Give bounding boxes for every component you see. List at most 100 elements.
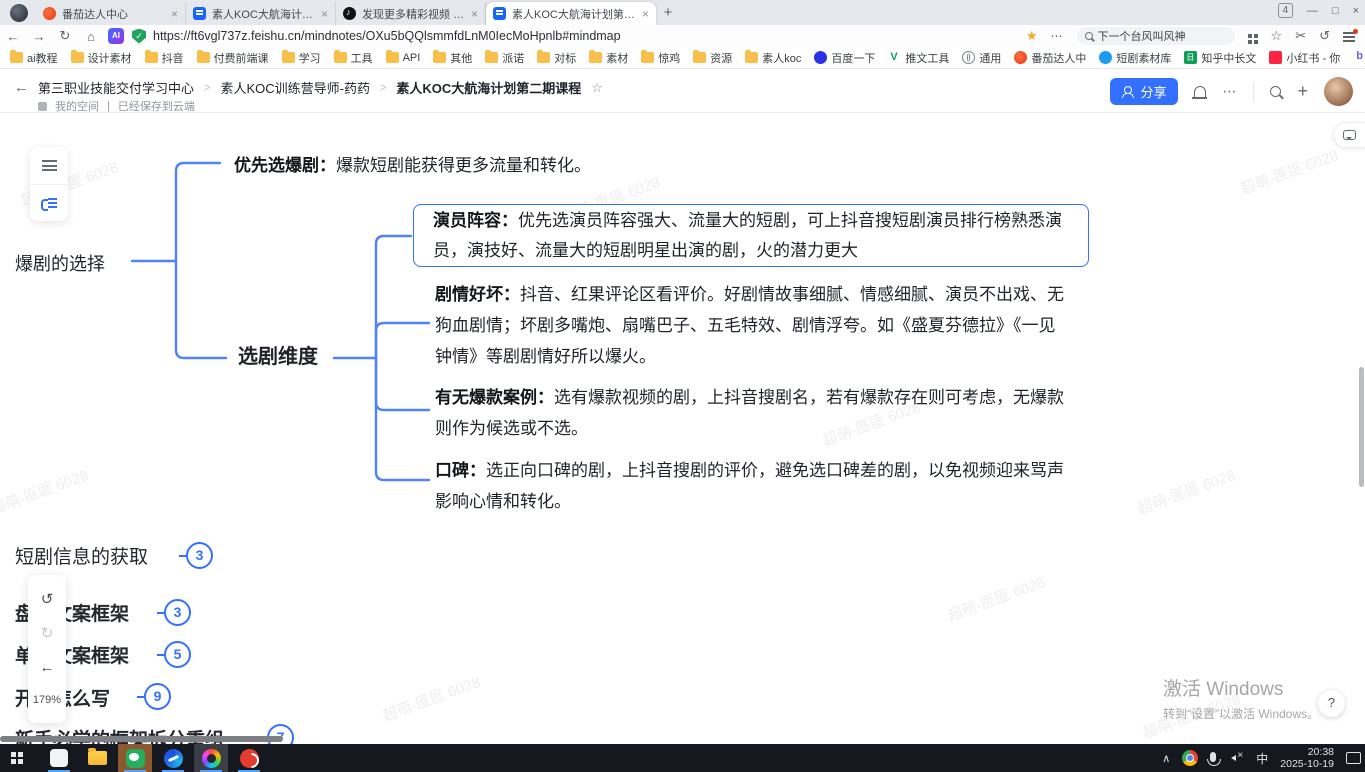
bookmark-item[interactable]: 知乎中长文 [1184, 50, 1256, 66]
breadcrumb-item[interactable]: 第三职业技能交付学习中心 [38, 78, 194, 97]
doc-back-icon[interactable]: ← [14, 79, 29, 96]
favorite-star-icon[interactable]: ☆ [591, 80, 603, 96]
topic-drama-info[interactable]: 短剧信息的获取 [15, 542, 148, 569]
back-to-root-icon[interactable]: ← [40, 660, 55, 675]
quick-search-box[interactable]: 下一个台风叫风神 [1077, 27, 1235, 45]
outline-view-button[interactable] [30, 147, 68, 184]
create-new-icon[interactable]: + [1297, 81, 1308, 102]
collapse-count-badge[interactable]: 5 [164, 641, 191, 668]
tab-feishu-doc-1[interactable]: 素人KOC大航海计划第二期课 × [186, 2, 336, 25]
node-priority-hit-drama[interactable]: 优先选爆剧：爆款短剧能获得更多流量和转化。 [234, 150, 591, 181]
window-maximize-button[interactable]: □ [1332, 5, 1339, 17]
doc-search-icon[interactable] [1270, 86, 1281, 97]
tab-douyin-search[interactable]: 发现更多精彩视频 - 抖音搜索 × [336, 2, 486, 25]
notification-center-icon[interactable] [1346, 752, 1361, 764]
taskbar-clock[interactable]: 20:38 2025-10-19 [1280, 746, 1334, 770]
back-icon[interactable]: ← [0, 29, 26, 44]
node-plot-quality[interactable]: 剧情好坏：抖音、红果评论区看评价。好剧情故事细腻、情感细腻、演员不出戏、无狗血剧… [435, 279, 1071, 372]
chrome-tray-icon[interactable] [1182, 750, 1198, 766]
bookmark-item[interactable]: 通用 [962, 50, 1001, 66]
node-selection-dimensions[interactable]: 选剧维度 [238, 342, 318, 373]
tray-expand-icon[interactable]: ∧ [1162, 752, 1170, 765]
taskbar-app-browser[interactable] [232, 744, 266, 772]
bookmark-item[interactable]: 付费前端课 [197, 50, 269, 66]
bookmark-item[interactable]: 素材 [589, 50, 628, 66]
bookmark-item[interactable]: 推文工具 [888, 50, 949, 66]
bookmark-item[interactable]: 抖音 [145, 50, 184, 66]
tab-fanqie-center[interactable]: 番茄达人中心 × [36, 2, 186, 25]
collapse-count-badge[interactable]: 3 [186, 542, 213, 569]
screenshot-scissors-icon[interactable]: ✂ [1295, 28, 1306, 44]
notes-app-icon [50, 749, 68, 767]
taskbar-app-wechat[interactable] [118, 744, 152, 772]
bookmark-item[interactable]: 番茄达人中 [1014, 50, 1086, 66]
collapse-count-badge[interactable]: 9 [144, 683, 171, 710]
undo-icon[interactable]: ↺ [41, 592, 54, 607]
tab-close-icon[interactable]: × [471, 7, 478, 21]
start-button[interactable] [0, 744, 34, 772]
mindmap-view-button[interactable] [30, 184, 68, 221]
help-button[interactable]: ? [1318, 690, 1345, 717]
taskbar-app-notes[interactable] [42, 744, 76, 772]
microphone-icon[interactable] [1210, 752, 1216, 762]
bookmark-item[interactable]: 素人koc [745, 50, 801, 66]
more-actions-icon[interactable]: ⋯ [1222, 83, 1237, 100]
bookmark-item[interactable]: 惊鸡 [641, 50, 680, 66]
tab-feishu-doc-active[interactable]: 素人KOC大航海计划第二期课 × [486, 2, 656, 25]
bookmark-star-icon[interactable]: ★ [1026, 28, 1038, 44]
browser-logo-icon[interactable] [10, 4, 28, 22]
security-shield-icon[interactable]: ✓ [132, 29, 146, 44]
bookmark-item[interactable]: 其他 [433, 50, 472, 66]
notification-bell-icon[interactable] [1194, 86, 1206, 97]
user-avatar[interactable] [1324, 77, 1353, 106]
share-button[interactable]: 分享 [1110, 78, 1178, 105]
apps-grid-icon[interactable] [1248, 34, 1252, 38]
bookmark-item[interactable]: 百度一下 [814, 50, 875, 66]
tab-close-icon[interactable]: × [642, 7, 649, 21]
reload-icon[interactable]: ↻ [52, 28, 78, 44]
node-cast-selected[interactable]: 演员阵容：优先选演员阵容强大、流量大的短剧，可上抖音搜短剧演员排行榜熟悉演员，演… [413, 204, 1089, 267]
node-hit-case-exists[interactable]: 有无爆款案例：选有爆款视频的剧，上抖音搜剧名，若有爆款存在则可考虑，无爆款则作为… [435, 382, 1071, 444]
add-favorite-icon[interactable]: ☆ [1271, 28, 1283, 44]
breadcrumb-item[interactable]: 素人KOC训练营导师-药药 [220, 78, 370, 97]
bookmark-item[interactable]: 小红书 - 你 [1269, 50, 1340, 66]
bookmark-item[interactable]: 派诺 [485, 50, 524, 66]
root-node[interactable]: 爆剧的选择 [15, 249, 105, 280]
window-close-button[interactable]: × [1353, 5, 1359, 17]
comment-panel-button[interactable] [1333, 122, 1365, 148]
node-reputation[interactable]: 口碑：选正向口碑的剧，上抖音搜剧的评价，避免选口碑差的剧，以免视频迎来骂声影响心… [435, 455, 1071, 517]
new-tab-button[interactable]: + [656, 2, 680, 25]
menu-icon[interactable] [1343, 36, 1355, 38]
bookmark-item[interactable]: 未命名文件 [1353, 50, 1365, 66]
taskbar-app-feishu[interactable] [156, 744, 190, 772]
url-more-icon[interactable]: ⋯ [1051, 29, 1064, 43]
mindmap-canvas[interactable]: 超萌-匪匪 6028 超萌-匪匪 6028 超萌-匪匪 6028 超萌-匪匪 6… [0, 113, 1365, 744]
bookmark-item[interactable]: 学习 [282, 50, 321, 66]
history-icon[interactable]: ↺ [1319, 28, 1330, 44]
ime-indicator[interactable]: 中 [1256, 750, 1268, 767]
bookmark-item[interactable]: 设计素材 [71, 50, 132, 66]
forward-icon[interactable]: → [26, 29, 52, 44]
redo-icon[interactable]: ↻ [41, 626, 54, 641]
address-bar[interactable]: https://ft6vgl737z.feishu.cn/mindnotes/O… [153, 29, 621, 43]
ai-assistant-icon[interactable]: AI [108, 28, 124, 44]
muted-speaker-icon[interactable] [1228, 752, 1244, 764]
horizontal-scrollbar[interactable] [0, 736, 283, 742]
window-badge[interactable]: 4 [1278, 3, 1293, 18]
bookmark-item[interactable]: 短剧素材库 [1099, 50, 1171, 66]
tab-close-icon[interactable]: × [171, 7, 178, 21]
window-minimize-button[interactable]: — [1307, 5, 1318, 17]
zoom-level[interactable]: 179% [33, 694, 61, 706]
home-icon[interactable]: ⌂ [78, 29, 104, 44]
collapse-count-badge[interactable]: 3 [164, 599, 191, 626]
taskbar-app-media[interactable] [194, 744, 228, 772]
vertical-scrollbar[interactable] [1359, 367, 1364, 487]
tab-close-icon[interactable]: × [321, 7, 328, 21]
bookmark-item[interactable]: 工具 [334, 50, 373, 66]
bookmark-item[interactable]: 对标 [537, 50, 576, 66]
taskbar-app-explorer[interactable] [80, 744, 114, 772]
space-label[interactable]: 我的空间 [55, 98, 99, 114]
bookmark-item[interactable]: ai教程 [10, 50, 58, 66]
bookmark-item[interactable]: API [386, 52, 421, 64]
bookmark-item[interactable]: 资源 [693, 50, 732, 66]
